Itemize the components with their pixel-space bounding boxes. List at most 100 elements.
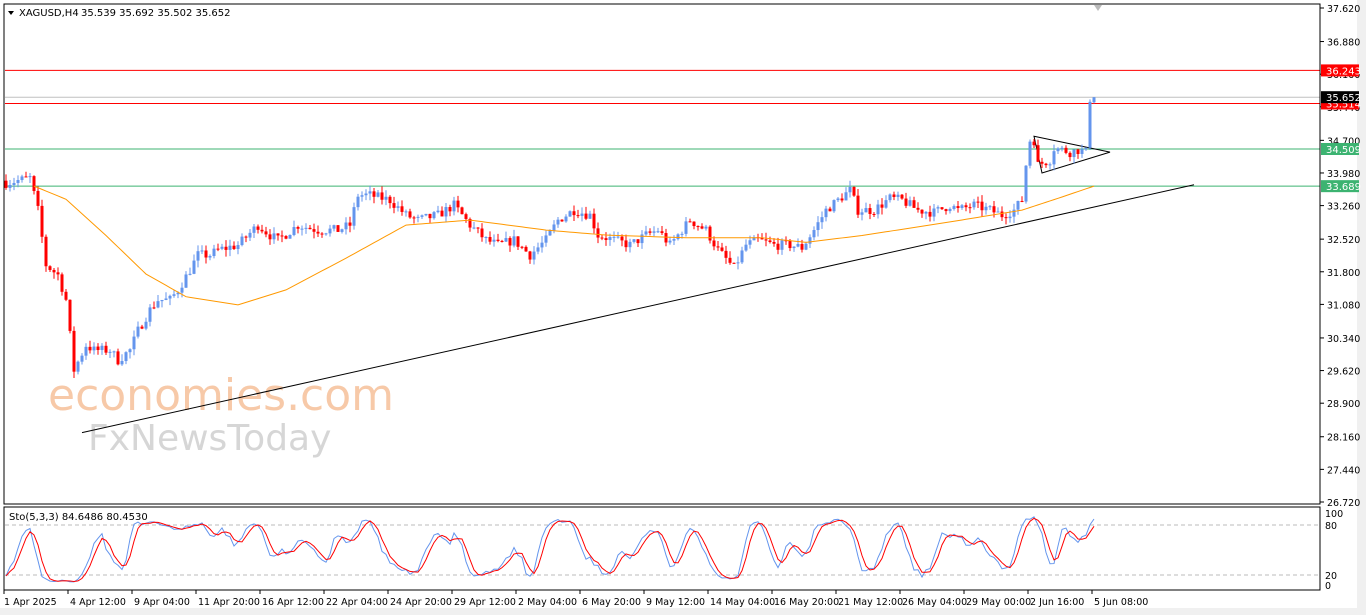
candle-body [740, 250, 744, 263]
candle-body [204, 250, 208, 258]
candle-body [720, 247, 724, 251]
candle-body [100, 345, 104, 351]
candle-body [608, 237, 612, 241]
time-label: 29 Apr 12:00 [454, 597, 516, 608]
candle-body [568, 211, 572, 217]
candle-body [692, 221, 696, 227]
candle-body [252, 226, 256, 233]
candle-body [1004, 217, 1008, 219]
candle-body [284, 236, 288, 239]
candle-body [436, 210, 440, 213]
candle-body [748, 240, 752, 245]
candle-body [148, 307, 152, 322]
candle [832, 199, 836, 213]
candle-body [916, 207, 920, 210]
candle-body [764, 239, 768, 241]
candle-body [976, 201, 980, 203]
candle-body [400, 206, 404, 212]
stoch-level-80: 80 [1325, 521, 1337, 532]
candle-body [936, 207, 940, 209]
candle-body [528, 251, 532, 260]
candle-body [84, 346, 88, 356]
candle-body [88, 346, 92, 351]
candle-body [488, 237, 492, 242]
candle-body [604, 238, 608, 241]
candle-body [708, 226, 712, 241]
candle-body [640, 234, 644, 244]
candle-body [736, 262, 740, 264]
price-tag-resistance: 36.243 [1326, 66, 1361, 77]
candle-body [92, 346, 96, 351]
candle-body [876, 204, 880, 215]
candle-body [552, 224, 556, 231]
candle-body [464, 214, 468, 219]
candle-body [340, 229, 344, 232]
candle-body [236, 245, 240, 250]
candle-body [680, 233, 684, 235]
candle-body [392, 203, 396, 208]
price-tick-label: 31.080 [1327, 300, 1360, 311]
candle-body [544, 235, 548, 243]
candle-body [356, 196, 360, 208]
candle-body [688, 221, 692, 223]
candle-body [904, 198, 908, 206]
candle-body [536, 247, 540, 252]
candle-body [452, 200, 456, 212]
candle-body [440, 210, 444, 217]
candle-body [652, 231, 656, 233]
candle-body [192, 260, 196, 274]
candle-body [44, 236, 48, 267]
time-label: 24 Apr 20:00 [390, 597, 452, 608]
time-label: 4 Apr 12:00 [70, 597, 126, 608]
price-tick-label: 29.620 [1327, 367, 1360, 378]
candle-body [404, 211, 408, 213]
candle-body [704, 226, 708, 229]
price-tag-support: 33.689 [1326, 182, 1361, 193]
candle-body [596, 228, 600, 238]
candle-body [848, 186, 852, 193]
candle-body [248, 232, 252, 238]
candle-body [1044, 163, 1048, 166]
trading-chart[interactable]: economies.com FxNewsToday XAGUSD,H4 35.5… [0, 0, 1366, 615]
price-tag-support: 34.509 [1326, 145, 1361, 156]
candle-body [408, 211, 412, 218]
candle [460, 206, 464, 215]
candle-body [112, 351, 116, 353]
candle-body [1028, 141, 1032, 166]
candle-body [624, 240, 628, 248]
candle-body [768, 240, 772, 242]
candle-body [188, 273, 192, 275]
candle-body [120, 361, 124, 365]
candle-body [772, 241, 776, 244]
candle [68, 299, 72, 334]
candle-body [776, 243, 780, 250]
candle-body [856, 195, 860, 215]
candle-body [860, 212, 864, 215]
candle-body [512, 236, 516, 246]
price-tick-label: 30.340 [1327, 334, 1360, 345]
candle-body [200, 250, 204, 252]
candle-body [328, 228, 332, 234]
candle-body [796, 244, 800, 247]
candle-body [216, 248, 220, 250]
candle-body [964, 205, 968, 208]
candle-body [240, 236, 244, 246]
candle-body [128, 349, 132, 353]
candle-body [684, 221, 688, 234]
candle-body [832, 200, 836, 212]
candle-body [1032, 141, 1036, 146]
candle-body [508, 238, 512, 246]
candle-body [12, 182, 16, 185]
candle-body [20, 176, 24, 181]
candle-body [108, 351, 112, 353]
candle-body [64, 291, 68, 300]
candle-body [988, 206, 992, 208]
candle-body [348, 222, 352, 226]
candle-body [792, 246, 796, 249]
candle-body [836, 198, 840, 201]
price-tick-label: 26.720 [1327, 498, 1360, 509]
candle-body [524, 246, 528, 252]
candle-body [48, 266, 52, 270]
candle-body [628, 241, 632, 248]
candle-body [324, 233, 328, 235]
